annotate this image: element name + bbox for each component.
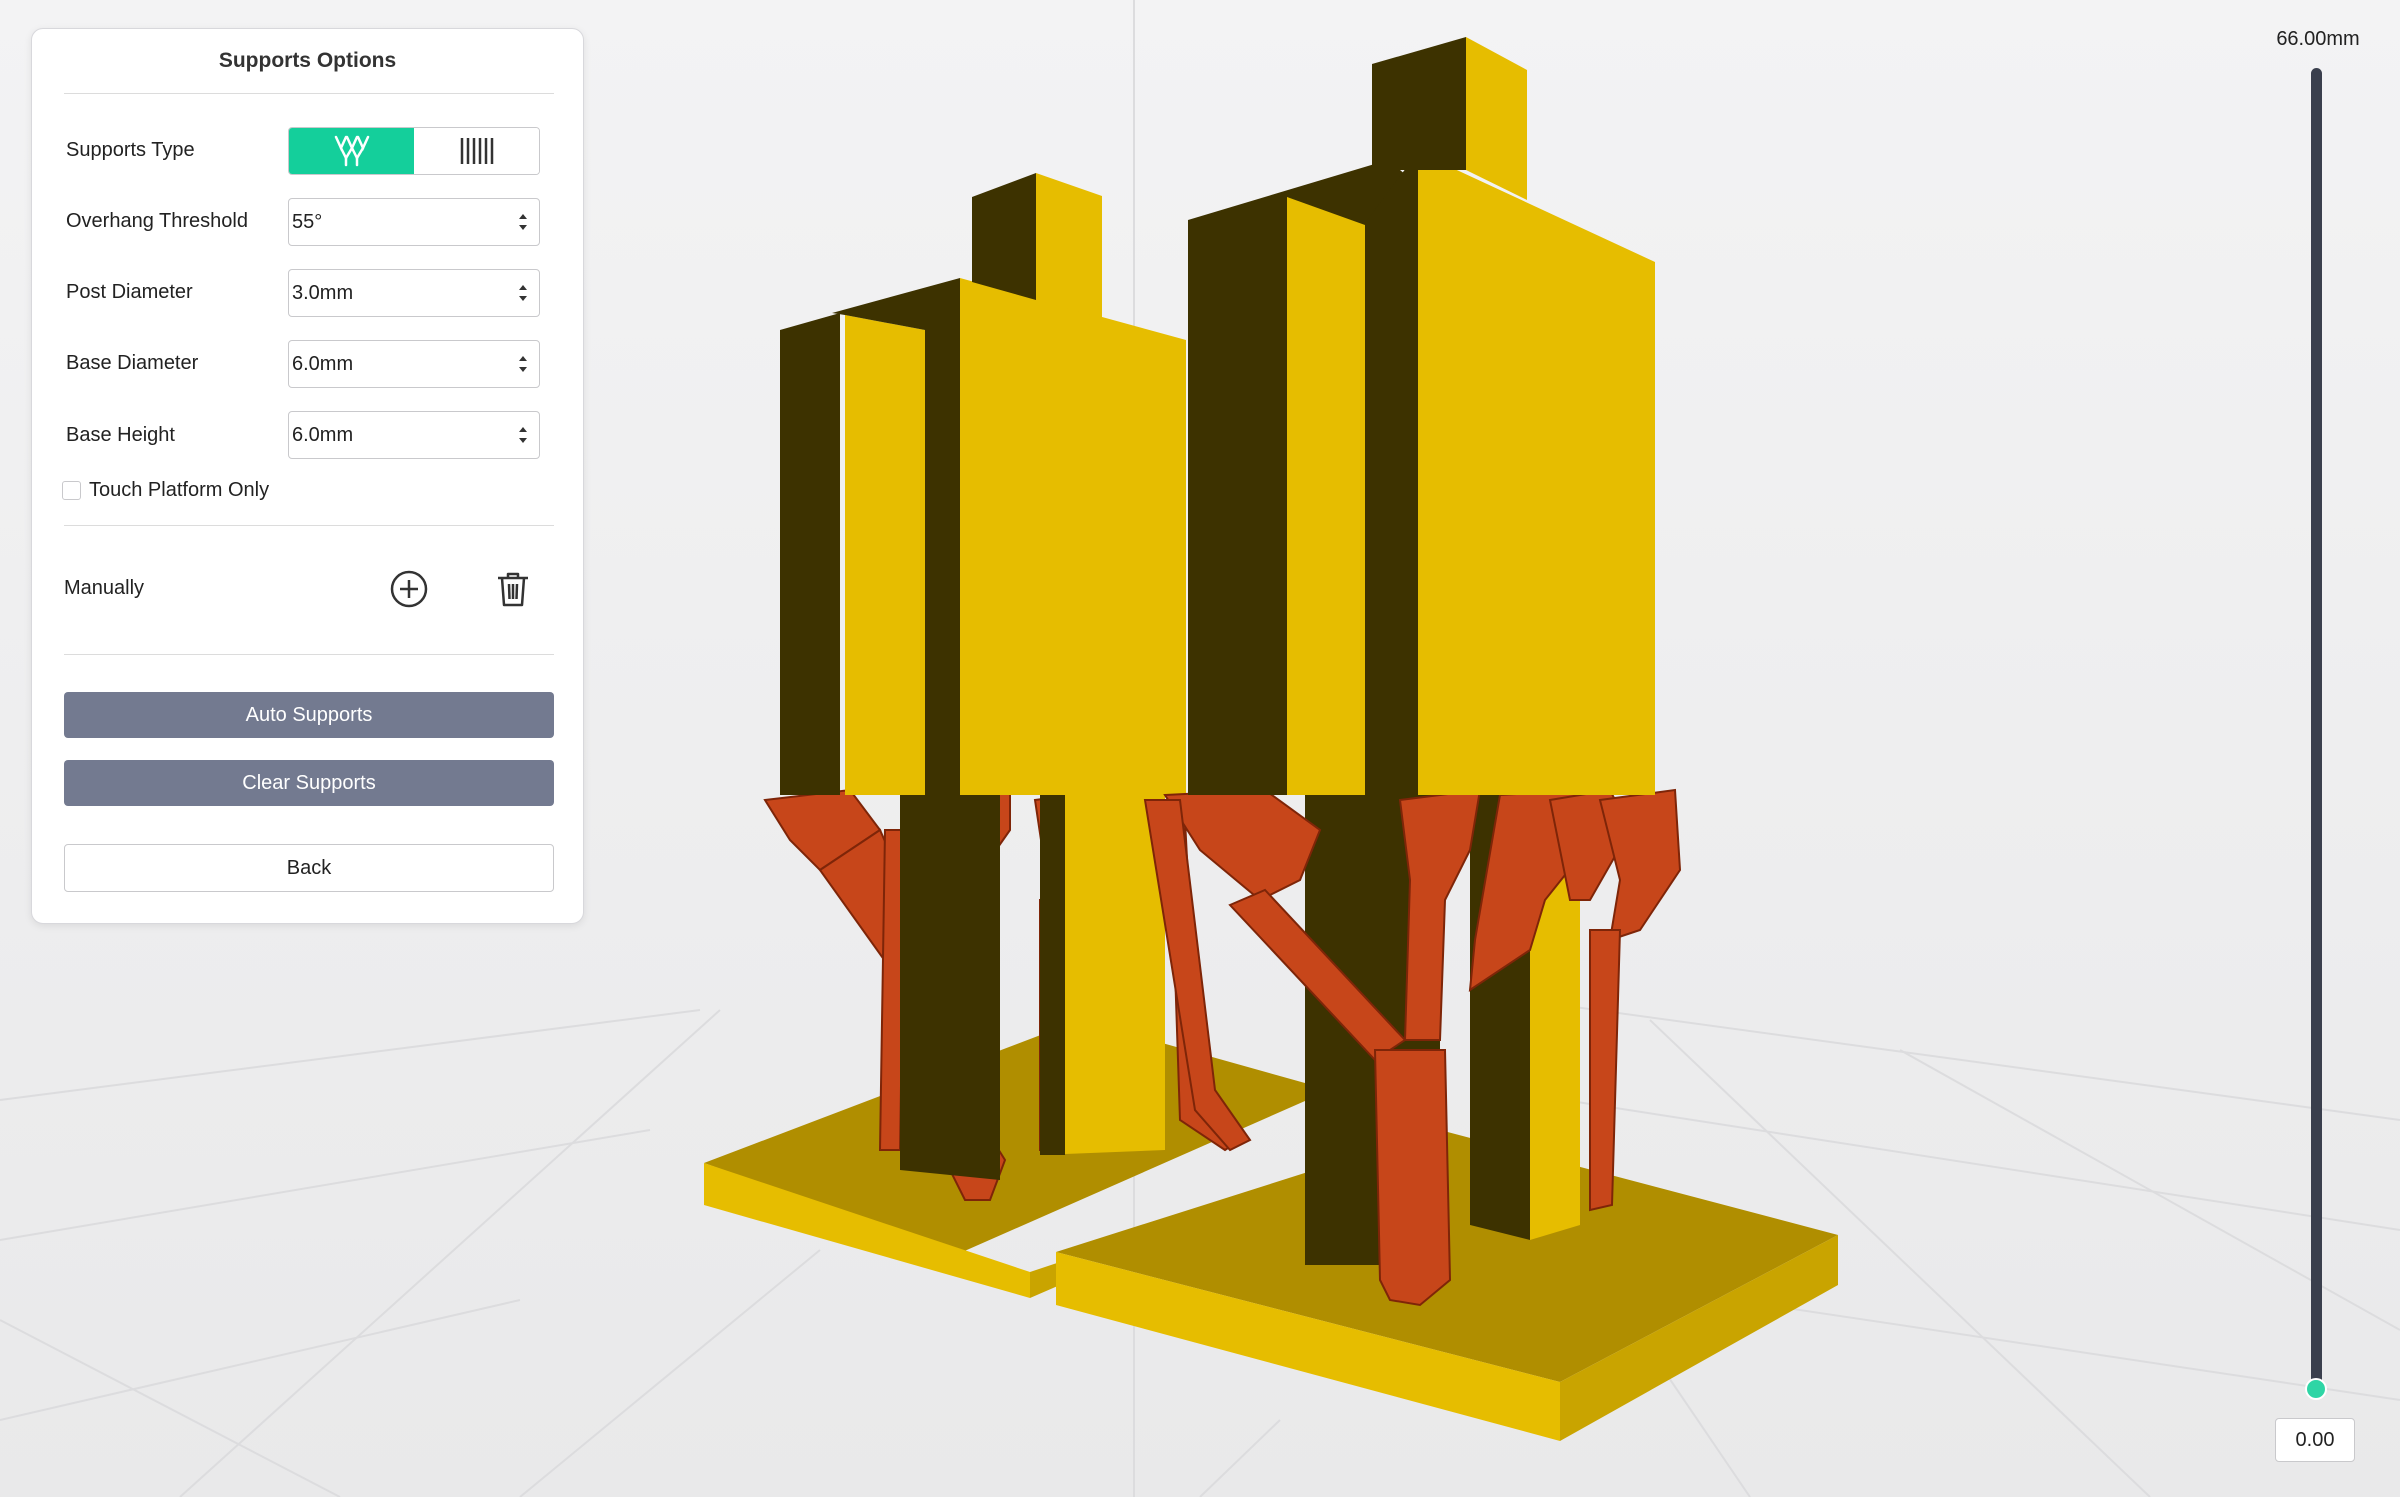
base-height-label: Base Height (66, 424, 175, 446)
model-left-front (960, 278, 1186, 795)
back-button[interactable]: Back (64, 844, 554, 892)
linear-supports-icon (460, 138, 493, 164)
model-left-head (1036, 173, 1102, 318)
stepper-arrows-icon[interactable] (517, 282, 529, 304)
delete-support-button[interactable] (489, 565, 537, 613)
auto-supports-button[interactable]: Auto Supports (64, 692, 554, 738)
stepper-arrows-icon[interactable] (517, 424, 529, 446)
panel-title: Supports Options (218, 49, 397, 72)
touch-platform-checkbox[interactable] (62, 481, 81, 500)
layer-max-label: 66.00mm (2276, 28, 2360, 50)
divider (64, 654, 554, 655)
touch-platform-label: Touch Platform Only (89, 479, 270, 501)
clear-supports-button[interactable]: Clear Supports (64, 760, 554, 806)
overhang-threshold-stepper (288, 198, 540, 246)
stepper-arrows-icon[interactable] (517, 211, 529, 233)
overhang-threshold-label: Overhang Threshold (66, 210, 248, 232)
divider (64, 525, 554, 526)
layer-current-value[interactable]: 0.00 (2275, 1418, 2355, 1462)
base-height-stepper (288, 411, 540, 459)
add-circle-icon (390, 570, 428, 608)
model-left-body-side (845, 315, 925, 795)
supports-options-panel: Supports Options Supports Type Overhang … (31, 28, 584, 924)
overhang-threshold-input[interactable] (292, 199, 492, 245)
touch-platform-row: Touch Platform Only (62, 479, 269, 502)
model-left-leg-2-dark (1040, 795, 1065, 1155)
model-right-side-panel (1287, 197, 1365, 795)
model-left-body-dark (780, 313, 840, 795)
post-diameter-input[interactable] (292, 270, 492, 316)
post-diameter-stepper (288, 269, 540, 317)
supports-type-toggle (288, 127, 540, 175)
base-diameter-input[interactable] (292, 341, 492, 387)
linear-supports-button[interactable] (414, 128, 539, 174)
post-diameter-label: Post Diameter (66, 281, 193, 303)
base-height-input[interactable] (292, 412, 492, 458)
base-diameter-stepper (288, 340, 540, 388)
layer-slider-thumb[interactable] (2305, 1378, 2327, 1400)
add-support-button[interactable] (385, 565, 433, 613)
stepper-arrows-icon[interactable] (517, 353, 529, 375)
base-diameter-label: Base Diameter (66, 352, 199, 374)
model-right-front-dark (1365, 152, 1418, 795)
trash-icon (498, 572, 528, 607)
layer-slider-track[interactable] (2311, 68, 2322, 1390)
model-right-front (1418, 152, 1655, 795)
supports-type-label: Supports Type (66, 139, 195, 161)
tree-supports-icon (334, 135, 369, 167)
tree-supports-button[interactable] (289, 128, 414, 174)
divider (64, 93, 554, 94)
model-left-leg-1 (900, 795, 1000, 1180)
manually-label: Manually (64, 577, 145, 599)
